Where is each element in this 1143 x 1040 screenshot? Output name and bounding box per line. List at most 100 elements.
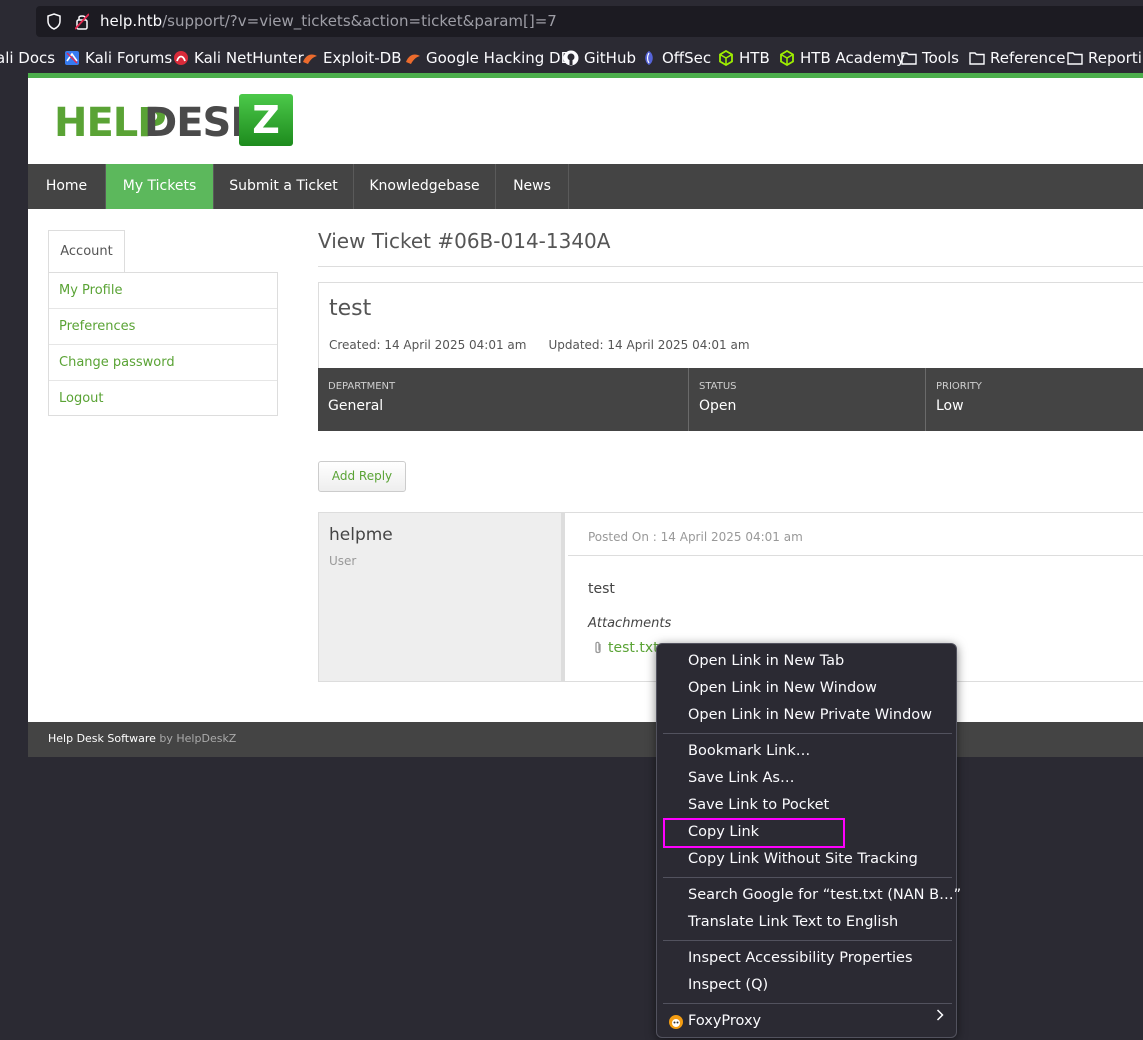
bookmark-label: Kali NetHunter xyxy=(194,49,304,67)
offsec-icon xyxy=(645,51,653,65)
menu-bookmark-link[interactable]: Bookmark Link… xyxy=(688,738,810,765)
url-text[interactable]: help.htb/support/?v=view_tickets&action=… xyxy=(100,12,557,30)
bookmark-folder-tools[interactable]: Tools xyxy=(901,47,959,69)
top-accent-bar xyxy=(28,73,1143,78)
url-bar[interactable]: help.htb/support/?v=view_tickets&action=… xyxy=(36,6,1143,37)
menu-foxyproxy[interactable]: FoxyProxy xyxy=(688,1008,761,1035)
menu-inspect[interactable]: Inspect (Q) xyxy=(688,972,768,999)
ticket-dates: Created: 14 April 2025 04:01 am Updated: … xyxy=(329,338,750,352)
shield-icon[interactable] xyxy=(46,13,62,30)
kali-forums-icon xyxy=(65,51,79,65)
bookmark-folder-reporting[interactable]: Reportin xyxy=(1067,47,1143,69)
exploitdb-icon xyxy=(303,54,317,64)
my-profile-link[interactable]: My Profile xyxy=(49,273,277,309)
menu-save-link-as[interactable]: Save Link As… xyxy=(688,765,794,792)
status-label: STATUS xyxy=(699,381,737,392)
priority-value: Low xyxy=(936,398,964,414)
change-password-link[interactable]: Change password xyxy=(49,345,277,381)
bookmark-label: HTB Academy xyxy=(800,49,906,67)
github-icon xyxy=(563,50,579,66)
nav-my-tickets[interactable]: My Tickets xyxy=(106,164,214,209)
status-cell: STATUS Open xyxy=(689,368,926,431)
footer-text: Help Desk Software by HelpDeskZ xyxy=(48,732,236,745)
divider xyxy=(318,266,1143,267)
folder-icon xyxy=(969,52,985,65)
attachments-title: Attachments xyxy=(588,616,672,631)
bookmark-github[interactable]: GitHub xyxy=(563,47,636,69)
footer-software[interactable]: Help Desk Software xyxy=(48,732,156,745)
bookmark-label: HTB xyxy=(739,49,770,67)
menu-search-google[interactable]: Search Google for “test.txt (NAN B…” xyxy=(688,882,961,909)
bookmark-folder-reference[interactable]: Reference xyxy=(969,47,1066,69)
nethunter-icon xyxy=(174,51,188,65)
menu-separator xyxy=(663,940,952,941)
htb-academy-icon xyxy=(780,50,794,66)
menu-separator xyxy=(663,1003,952,1004)
page-title: View Ticket #06B-014-1340A xyxy=(318,229,611,253)
menu-save-to-pocket[interactable]: Save Link to Pocket xyxy=(688,792,829,819)
bookmark-ghdb[interactable]: Google Hacking DB xyxy=(405,47,571,69)
account-tab[interactable]: Account xyxy=(48,230,125,273)
foxyproxy-icon xyxy=(669,1015,683,1029)
paperclip-icon xyxy=(595,641,601,654)
bookmark-label: Reference xyxy=(990,49,1066,67)
bookmark-label: OffSec xyxy=(662,49,712,67)
insecure-lock-icon[interactable] xyxy=(75,13,89,30)
bookmark-label: Google Hacking DB xyxy=(426,49,571,67)
menu-translate-link[interactable]: Translate Link Text to English xyxy=(688,909,898,936)
nav-submit-ticket[interactable]: Submit a Ticket xyxy=(214,164,354,209)
link-context-menu: Open Link in New Tab Open Link in New Wi… xyxy=(656,643,961,1038)
chevron-right-icon xyxy=(936,1009,944,1021)
nav-news[interactable]: News xyxy=(496,164,569,209)
helpdeskz-logo[interactable]: HELP DESK Z xyxy=(54,94,294,148)
bookmark-label: Tools xyxy=(922,49,959,67)
menu-inspect-accessibility[interactable]: Inspect Accessibility Properties xyxy=(688,945,913,972)
reply-role: User xyxy=(329,554,357,568)
bookmark-kali-forums[interactable]: Kali Forums xyxy=(64,47,172,69)
reply-body: test xyxy=(588,581,615,597)
folder-icon xyxy=(901,52,917,65)
menu-open-new-window[interactable]: Open Link in New Window xyxy=(688,675,877,702)
main-nav: Home My Tickets Submit a Ticket Knowledg… xyxy=(28,164,1143,209)
menu-open-new-tab[interactable]: Open Link in New Tab xyxy=(688,648,844,675)
menu-copy-link-no-tracking[interactable]: Copy Link Without Site Tracking xyxy=(688,846,918,873)
web-page: HELP DESK Z Home My Tickets Submit a Tic… xyxy=(28,73,1143,757)
bookmark-exploit-db[interactable]: Exploit-DB xyxy=(302,47,402,69)
reply-meta: Posted On : 14 April 2025 04:01 am xyxy=(568,513,1143,556)
reply-username: helpme xyxy=(329,525,393,545)
browser-margin xyxy=(0,73,28,1040)
menu-separator xyxy=(663,877,952,878)
page-background xyxy=(28,757,1143,1040)
bookmark-htb-academy[interactable]: HTB Academy xyxy=(779,47,905,69)
bookmark-htb[interactable]: HTB xyxy=(718,47,770,69)
nav-knowledgebase[interactable]: Knowledgebase xyxy=(354,164,496,209)
bookmarks-toolbar: ali Docs Kali Forums Kali NetHunter Expl… xyxy=(0,42,1143,73)
bookmark-label: Reportin xyxy=(1088,49,1143,67)
bookmark-label: ali Docs xyxy=(0,49,56,67)
created-date: Created: 14 April 2025 04:01 am xyxy=(329,338,527,352)
posted-on: Posted On : 14 April 2025 04:01 am xyxy=(588,530,803,544)
attachment-filename: test.txt xyxy=(608,640,659,656)
logo-z-box: Z xyxy=(239,94,293,146)
nav-home[interactable]: Home xyxy=(28,164,106,209)
ghdb-icon xyxy=(406,54,420,64)
logout-link[interactable]: Logout xyxy=(49,381,277,417)
bookmark-label: Exploit-DB xyxy=(323,49,402,67)
bookmark-offsec[interactable]: OffSec xyxy=(641,47,711,69)
htb-icon xyxy=(719,50,733,66)
bookmark-kali-docs[interactable]: ali Docs xyxy=(0,47,55,69)
add-reply-button[interactable]: Add Reply xyxy=(318,461,406,492)
bookmark-label: GitHub xyxy=(584,49,636,67)
ticket-summary: test Created: 14 April 2025 04:01 am Upda… xyxy=(318,282,1143,431)
menu-open-private-window[interactable]: Open Link in New Private Window xyxy=(688,702,932,729)
status-value: Open xyxy=(699,398,737,414)
ticket-subject: test xyxy=(329,296,372,321)
attachment-link[interactable]: test.txt xyxy=(592,640,659,656)
folder-icon xyxy=(1067,52,1083,65)
footer-by: by HelpDeskZ xyxy=(159,732,237,745)
bookmark-kali-nethunter[interactable]: Kali NetHunter xyxy=(173,47,304,69)
url-host: help.htb xyxy=(100,12,163,30)
browser-toolbar: help.htb/support/?v=view_tickets&action=… xyxy=(0,0,1143,42)
reply-author-panel: helpme User xyxy=(319,513,565,681)
preferences-link[interactable]: Preferences xyxy=(49,309,277,345)
